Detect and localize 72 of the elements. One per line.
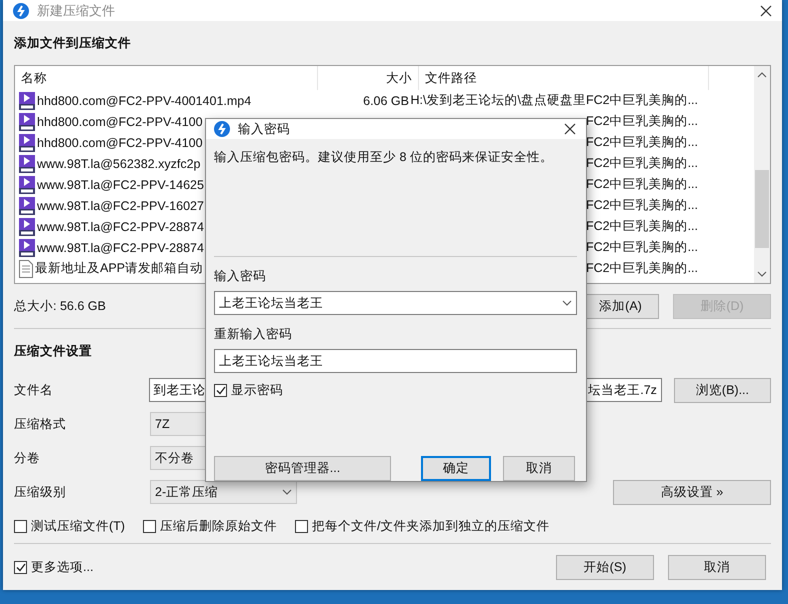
section-heading: 压缩文件设置 (14, 342, 92, 360)
file-path: H:\发到老王论坛的\盘点硬盘里FC2中巨乳美胸的... (410, 92, 698, 109)
video-file-icon (19, 154, 35, 172)
section-heading: 添加文件到压缩文件 (14, 34, 131, 52)
file-name[interactable]: hhd800.com@FC2-PPV-4100 (37, 114, 203, 128)
password-field[interactable]: 上老王论坛当老王 (214, 291, 577, 315)
column-header[interactable]: 文件路径 (419, 66, 709, 90)
video-file-icon (19, 238, 35, 256)
start-button[interactable]: 开始(S) (556, 554, 654, 580)
level-select[interactable]: 2-正常压缩 (150, 480, 297, 504)
password-manager-button[interactable]: 密码管理器... (214, 456, 391, 481)
text-file-icon (19, 260, 33, 278)
scroll-thumb[interactable] (755, 170, 769, 248)
video-file-icon (19, 134, 35, 152)
field-label: 输入密码 (214, 268, 267, 285)
field-label: 分卷 (14, 450, 41, 466)
checkbox-label: 更多选项... (31, 558, 94, 576)
file-name[interactable]: www.98T.la@FC2-PPV-28874 (37, 240, 204, 254)
video-file-icon (19, 218, 35, 236)
scroll-down-icon (757, 271, 767, 277)
total-size: 总大小: 56.6 GB (14, 298, 106, 314)
column-header[interactable]: 大小 (318, 66, 419, 90)
video-file-icon (19, 196, 35, 214)
cancel-button[interactable]: 取消 (503, 456, 575, 481)
file-size: 6.06 GB (363, 94, 409, 108)
chevron-icon (282, 489, 292, 495)
close-icon[interactable] (760, 4, 772, 16)
file-path: FC2中巨乳美胸的... (586, 176, 698, 193)
dialog-description: 输入压缩包密码。建议使用至少 8 位的密码来保证安全性。 (214, 148, 554, 166)
checkbox[interactable] (14, 520, 27, 532)
column-header[interactable]: 名称 (15, 66, 318, 90)
window-title: 新建压缩文件 (37, 2, 116, 20)
checkbox[interactable] (294, 520, 308, 532)
dropdown-icon (562, 300, 572, 306)
checkbox[interactable] (214, 384, 227, 396)
field-label: 压缩格式 (14, 416, 67, 432)
file-name[interactable]: hhd800.com@FC2-PPV-4001401.mp4 (37, 94, 252, 108)
file-path: FC2中巨乳美胸的... (586, 113, 698, 130)
field-label: 压缩级别 (14, 484, 67, 500)
checkbox-label: 把每个文件/文件夹添加到独立的压缩文件 (312, 518, 550, 534)
video-file-icon (19, 92, 35, 110)
file-name[interactable]: www.98T.la@FC2-PPV-16027 (37, 198, 204, 212)
file-path: FC2中巨乳美胸的... (586, 218, 698, 235)
file-name[interactable]: hhd800.com@FC2-PPV-4100 (37, 136, 203, 150)
checkbox[interactable] (14, 560, 27, 574)
checkbox-label: 显示密码 (231, 382, 283, 398)
file-path: FC2中巨乳美胸的... (586, 239, 698, 256)
checkbox[interactable] (142, 520, 156, 532)
video-file-icon (19, 112, 35, 130)
video-file-icon (19, 176, 35, 194)
dialog-title: 输入密码 (238, 120, 291, 138)
field-label: 文件名 (14, 382, 54, 398)
scrollbar[interactable] (754, 66, 770, 283)
checkbox-label: 压缩后删除原始文件 (160, 518, 277, 534)
file-path: FC2中巨乳美胸的... (586, 197, 698, 214)
file-name[interactable]: www.98T.la@FC2-PPV-28874 (37, 220, 204, 234)
field-label: 重新输入密码 (214, 326, 293, 343)
file-path: FC2中巨乳美胸的... (586, 134, 698, 151)
close-icon[interactable] (564, 123, 576, 135)
app-logo-icon (13, 2, 29, 18)
file-name[interactable]: www.98T.la@562382.xyzfc2p (37, 156, 200, 170)
file-name[interactable]: www.98T.la@FC2-PPV-14625 (37, 178, 204, 192)
file-path: FC2中巨乳美胸的... (586, 155, 698, 172)
checkbox-label: 测试压缩文件(T) (31, 518, 125, 534)
file-path: FC2中巨乳美胸的... (586, 260, 698, 277)
cancel-button[interactable]: 取消 (668, 554, 766, 580)
file-name[interactable]: 最新地址及APP请发邮箱自动 (35, 260, 204, 277)
browse-button[interactable]: 浏览(B)... (674, 378, 771, 402)
ok-button[interactable]: 确定 (421, 456, 491, 481)
repeat-password-field[interactable]: 上老王论坛当老王 (214, 349, 577, 373)
scroll-up-icon[interactable] (757, 72, 767, 78)
advanced-button[interactable]: 高级设置 » (613, 480, 771, 504)
